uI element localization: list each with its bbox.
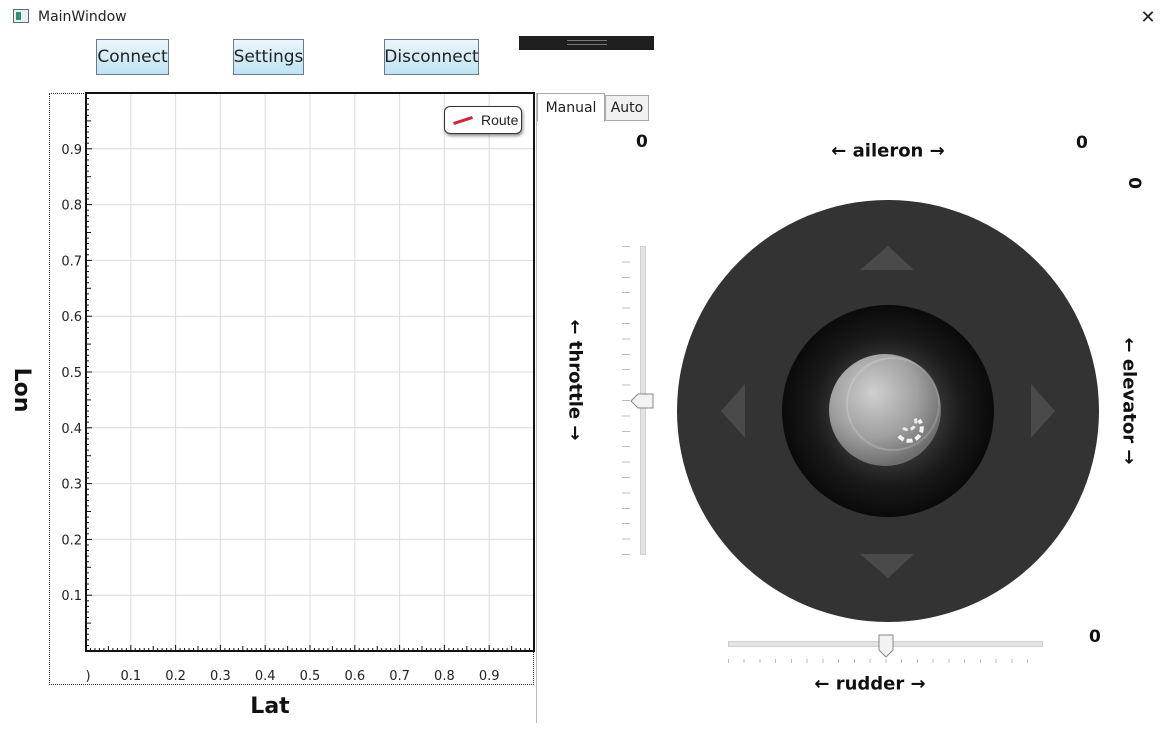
- plot-legend: Route: [444, 106, 522, 134]
- elevator-value: 0: [1124, 177, 1144, 189]
- joystick-knob[interactable]: [829, 354, 941, 466]
- throttle-value: 0: [636, 132, 648, 152]
- y-tick-label: 0.2: [61, 533, 82, 548]
- x-tick-label: 0.7: [389, 669, 410, 684]
- x-tick-label: 0.2: [165, 669, 186, 684]
- tab-manual[interactable]: Manual: [537, 93, 605, 122]
- y-tick-label: 0.4: [61, 422, 82, 437]
- x-tick-label: 0.4: [255, 669, 276, 684]
- y-tick-label: 0.1: [61, 589, 82, 604]
- x-tick-labels: ) 0.1 0.2 0.3 0.4 0.5 0.6 0.7 0.8 0.9: [85, 669, 499, 684]
- rudder-ticks: [728, 659, 1043, 663]
- rudder-slider-thumb[interactable]: [878, 634, 894, 658]
- panel-divider: [536, 93, 537, 723]
- legend-label: Route: [481, 112, 519, 128]
- rudder-label: ← rudder →: [814, 673, 926, 695]
- y-tick-label: 0.3: [61, 478, 82, 493]
- x-tick-label: ): [85, 669, 90, 684]
- throttle-label: ← throttle →: [564, 319, 586, 441]
- plot-grid: [86, 93, 534, 651]
- x-tick-label: 0.6: [344, 669, 365, 684]
- x-axis-label: Lat: [250, 694, 290, 719]
- rudder-value: 0: [1089, 627, 1101, 647]
- y-tick-label: 0.6: [61, 310, 82, 325]
- joystick[interactable]: [675, 198, 1101, 624]
- y-tick-label: 0.5: [61, 366, 82, 381]
- throttle-slider-thumb[interactable]: [630, 393, 654, 409]
- x-tick-label: 0.8: [434, 669, 455, 684]
- elevator-label: ← elevator →: [1118, 337, 1140, 465]
- x-tick-label: 0.5: [300, 669, 321, 684]
- y-tick-label: 0.8: [61, 199, 82, 214]
- y-tick-label: 0.9: [61, 143, 82, 158]
- y-axis-label: Lon: [9, 367, 35, 413]
- tab-auto[interactable]: Auto: [605, 95, 649, 121]
- throttle-ticks: [622, 246, 630, 555]
- aileron-value: 0: [1076, 133, 1088, 153]
- aileron-label: ← aileron →: [831, 140, 945, 162]
- x-tick-label: 0.1: [120, 669, 141, 684]
- x-tick-label: 0.9: [479, 669, 500, 684]
- y-tick-label: 0.7: [61, 254, 82, 269]
- route-legend-line: [453, 115, 473, 125]
- x-tick-label: 0.3: [210, 669, 231, 684]
- y-tick-labels: 0.9 0.8 0.7 0.6 0.5 0.4 0.3 0.2 0.1: [61, 143, 82, 604]
